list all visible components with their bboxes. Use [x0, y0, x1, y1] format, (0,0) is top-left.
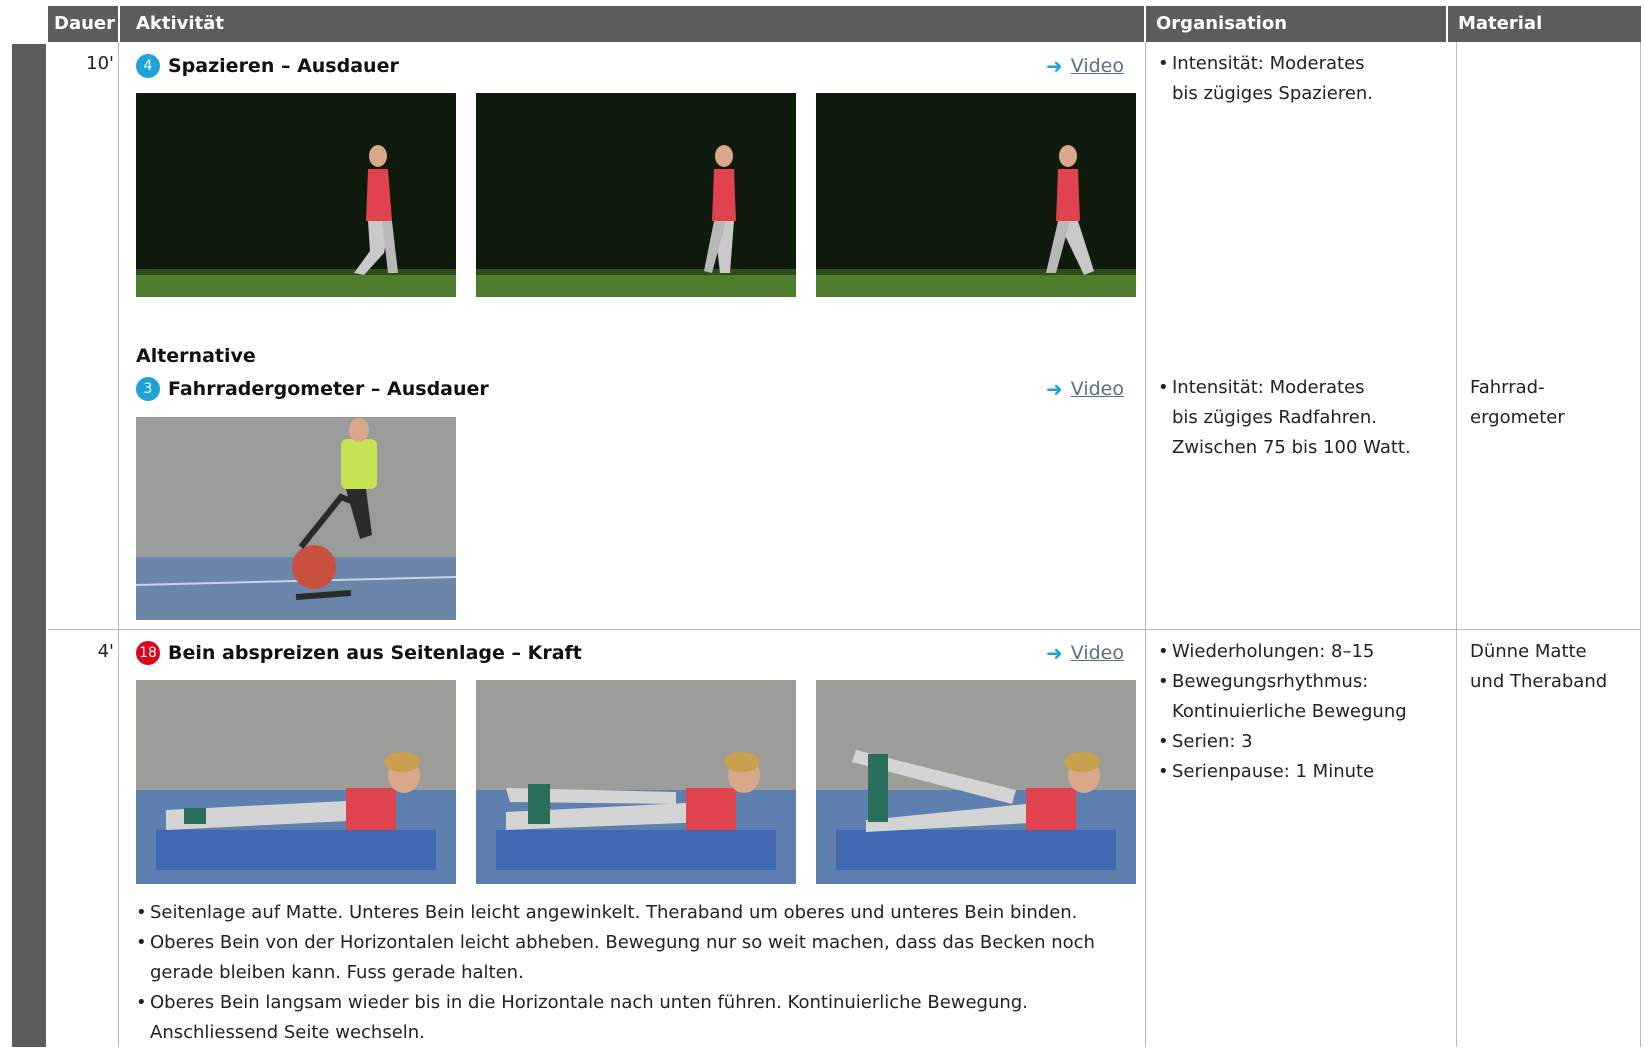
row-divider — [48, 629, 1641, 630]
exercise-title: Fahrradergometer – Ausdauer — [168, 378, 489, 400]
organisation-item: Serien: 3 — [1158, 727, 1407, 757]
material-cell: Fahrrad- ergometer — [1470, 373, 1565, 433]
organisation-item-continued: bis zügiges Radfahren. — [1172, 407, 1377, 428]
description-item-continued: gerade bleiben kann. Fuss gerade halten. — [150, 962, 524, 983]
exercise-photo — [816, 680, 1136, 884]
exercise-title-row: 3 Fahrradergometer – Ausdauer — [136, 377, 489, 401]
video-link-label: Video — [1070, 642, 1124, 664]
exercise-description: Seitenlage auf Matte. Unteres Bein leich… — [136, 898, 1136, 1048]
organisation-cell: Wiederholungen: 8–15 Bewegungsrhythmus: … — [1158, 637, 1407, 787]
material-line: Dünne Matte — [1470, 641, 1587, 662]
organisation-item-continued: bis zügiges Spazieren. — [1172, 83, 1374, 104]
section-side-bar — [12, 44, 46, 1047]
exercise-title-row: 18 Bein abspreizen aus Seitenlage – Kraf… — [136, 641, 582, 665]
exercise-photo — [816, 93, 1136, 297]
header-divider — [118, 6, 120, 42]
organisation-cell: Intensität: Moderates bis zügiges Spazie… — [1158, 49, 1373, 109]
video-link-label: Video — [1070, 378, 1124, 400]
grid-line — [1640, 42, 1641, 1047]
organisation-cell: Intensität: Moderates bis zügiges Radfah… — [1158, 373, 1411, 463]
organisation-item-continued: Kontinuierliche Bewegung — [1172, 701, 1407, 722]
organisation-item: Intensität: Moderates — [1158, 49, 1373, 79]
description-item: Oberes Bein von der Horizontalen leicht … — [136, 928, 1136, 958]
grid-line — [1456, 42, 1457, 1047]
material-line: Fahrrad- — [1470, 377, 1545, 398]
exercise-photo — [136, 417, 456, 620]
organisation-item: Bewegungsrhythmus: — [1158, 667, 1407, 697]
video-link[interactable]: ➜ Video — [1046, 377, 1124, 401]
table-header: Dauer Aktivität Organisation Material — [48, 6, 1641, 42]
video-link[interactable]: ➜ Video — [1046, 641, 1124, 665]
row-duration: 4' — [97, 641, 114, 662]
organisation-item: Intensität: Moderates — [1158, 373, 1411, 403]
exercise-title: Spazieren – Ausdauer — [168, 55, 399, 77]
organisation-item-continued: Zwischen 75 bis 100 Watt. — [1172, 437, 1411, 458]
video-link[interactable]: ➜ Video — [1046, 54, 1124, 78]
arrow-right-icon: ➜ — [1046, 377, 1063, 401]
material-line: und Theraband — [1470, 671, 1608, 692]
grid-line — [118, 42, 119, 1047]
description-item: Oberes Bein langsam wieder bis in die Ho… — [136, 988, 1136, 1018]
row-duration: 10' — [86, 53, 114, 74]
description-item-continued: Anschliessend Seite wechseln. — [150, 1022, 425, 1043]
exercise-number-badge: 3 — [136, 377, 160, 401]
exercise-photo — [476, 680, 796, 884]
header-divider — [1144, 6, 1146, 42]
header-dauer: Dauer — [54, 13, 115, 34]
header-aktivitaet: Aktivität — [136, 13, 224, 34]
organisation-item: Serienpause: 1 Minute — [1158, 757, 1407, 787]
exercise-number-badge: 18 — [136, 641, 160, 665]
video-link-label: Video — [1070, 55, 1124, 77]
exercise-photo — [136, 680, 456, 884]
material-line: ergometer — [1470, 407, 1565, 428]
header-organisation: Organisation — [1156, 13, 1288, 34]
exercise-table: Dauer Aktivität Organisation Material 10… — [0, 0, 1645, 1047]
description-item: Seitenlage auf Matte. Unteres Bein leich… — [136, 898, 1136, 928]
material-cell: Dünne Matte und Theraband — [1470, 637, 1607, 697]
arrow-right-icon: ➜ — [1046, 641, 1063, 665]
arrow-right-icon: ➜ — [1046, 54, 1063, 78]
alternative-label: Alternative — [136, 345, 256, 367]
header-material: Material — [1458, 13, 1543, 34]
exercise-number-badge: 4 — [136, 54, 160, 78]
exercise-title: Bein abspreizen aus Seitenlage – Kraft — [168, 642, 582, 664]
exercise-title-row: 4 Spazieren – Ausdauer — [136, 54, 399, 78]
exercise-photo — [476, 93, 796, 297]
exercise-photo — [136, 93, 456, 297]
organisation-item: Wiederholungen: 8–15 — [1158, 637, 1407, 667]
grid-line — [1145, 42, 1146, 1047]
header-divider — [1446, 6, 1448, 42]
